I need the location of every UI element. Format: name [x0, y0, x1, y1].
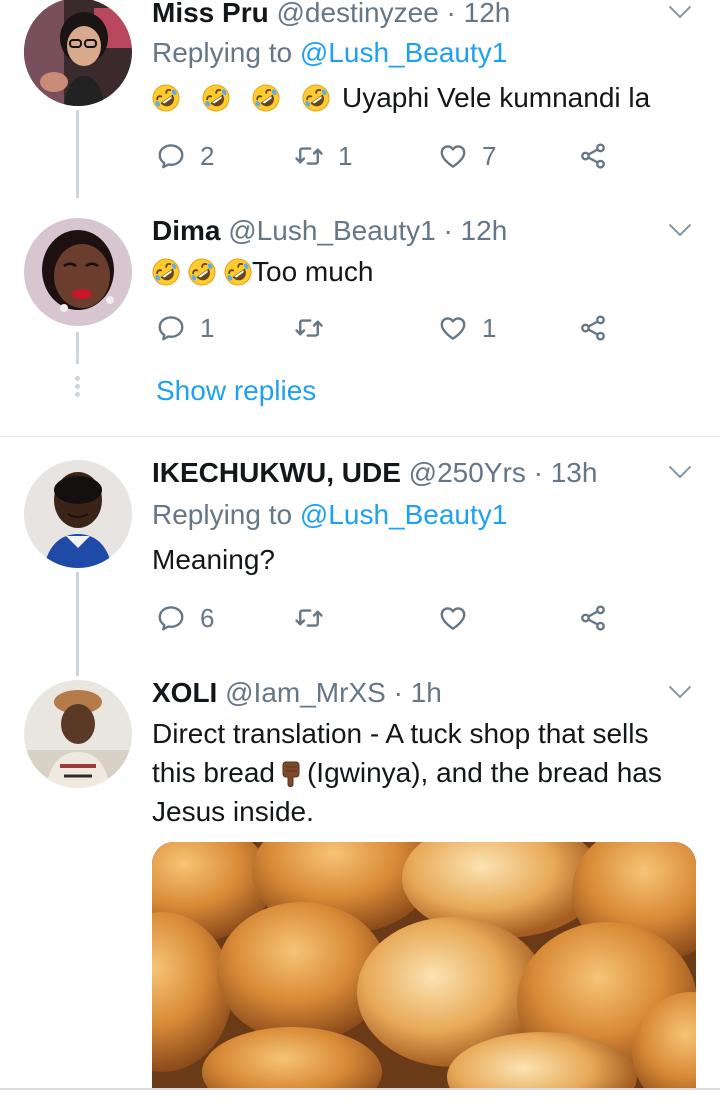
avatar[interactable] [24, 0, 132, 106]
replying-to: Replying to @Lush_Beauty1 [152, 498, 507, 532]
heart-icon [438, 603, 468, 633]
rofl-emoji-icon [224, 258, 252, 286]
handle-time: @Lush_Beauty1 · 12h [228, 215, 508, 246]
rofl-emoji-icon [152, 258, 180, 286]
tweet-text: Direct translation - A tuck shop that se… [152, 714, 702, 831]
reply-icon [156, 141, 186, 171]
chevron-down-icon[interactable] [668, 4, 692, 20]
display-name[interactable]: Dima [152, 215, 220, 246]
tweet-header: Miss Pru @destinyzee · 12h [152, 0, 510, 30]
reply-button[interactable]: 2 [156, 136, 214, 176]
retweet-icon [294, 141, 324, 171]
tweet-body: Too much [252, 256, 374, 287]
thread-dots [74, 376, 81, 400]
replying-to-handle[interactable]: @Lush_Beauty1 [300, 499, 507, 530]
retweet-icon [294, 313, 324, 343]
replying-to-label: Replying to [152, 499, 293, 530]
show-replies-link[interactable]: Show replies [156, 374, 316, 408]
avatar[interactable] [24, 218, 132, 326]
like-count: 1 [482, 312, 497, 343]
tweet-body-fragment: this bread [152, 757, 275, 788]
tweet-header: XOLI @Iam_MrXS · 1h [152, 676, 442, 710]
chevron-down-icon[interactable] [668, 222, 692, 238]
reply-button[interactable]: 6 [156, 598, 214, 638]
thread-line [76, 332, 79, 364]
chevron-down-icon[interactable] [668, 684, 692, 700]
tweet-body-line: Direct translation - A tuck shop that se… [152, 718, 649, 749]
display-name[interactable]: XOLI [152, 677, 217, 708]
tweet-actions: 2 1 7 [152, 136, 632, 176]
retweet-button[interactable] [294, 598, 324, 638]
display-name[interactable]: Miss Pru [152, 0, 269, 28]
tweet-text: Too much [152, 252, 702, 291]
retweet-button[interactable] [294, 308, 324, 348]
reply-count: 2 [200, 140, 215, 171]
tweet-actions: 1 1 [152, 308, 632, 348]
thread-line [76, 572, 79, 676]
pointing-down-emoji-icon [277, 759, 305, 787]
avatar[interactable] [24, 460, 132, 568]
rofl-emoji-icon [252, 84, 280, 112]
tweet-body: Uyaphi Vele kumnandi la [342, 82, 651, 113]
display-name[interactable]: IKECHUKWU, UDE [152, 457, 401, 488]
rofl-emoji-icon [202, 84, 230, 112]
share-icon [578, 141, 608, 171]
reply-count: 1 [200, 312, 215, 343]
rofl-emoji-icon [302, 84, 330, 112]
tweet-body-line: this bread (Igwinya), and the bread has [152, 753, 702, 792]
avatar[interactable] [24, 680, 132, 788]
handle-time: @250Yrs · 13h [408, 457, 598, 488]
tweet-header: IKECHUKWU, UDE @250Yrs · 13h [152, 456, 597, 490]
like-button[interactable] [438, 598, 468, 638]
tweet-image-bread[interactable] [152, 842, 696, 1090]
reply-button[interactable]: 1 [156, 308, 214, 348]
divider [0, 436, 720, 437]
retweet-icon [294, 603, 324, 633]
handle-time: @Iam_MrXS · 1h [225, 677, 442, 708]
bottom-divider [0, 1088, 720, 1090]
share-icon [578, 603, 608, 633]
tweet-header: Dima @Lush_Beauty1 · 12h [152, 214, 507, 248]
tweet-actions: 6 [152, 598, 632, 638]
reply-icon [156, 313, 186, 343]
heart-icon [438, 313, 468, 343]
handle-time: @destinyzee · 12h [276, 0, 511, 28]
retweet-count: 1 [338, 140, 353, 171]
rofl-emoji-icon [188, 258, 216, 286]
share-icon [578, 313, 608, 343]
reply-icon [156, 603, 186, 633]
replying-to-handle[interactable]: @Lush_Beauty1 [300, 37, 507, 68]
thread-line [76, 110, 79, 198]
rofl-emoji-icon [152, 84, 180, 112]
tweet-text: Meaning? [152, 540, 702, 579]
reply-count: 6 [200, 602, 215, 633]
replying-to: Replying to @Lush_Beauty1 [152, 36, 507, 70]
heart-icon [438, 141, 468, 171]
share-button[interactable] [578, 308, 608, 348]
tweet-body-line: Jesus inside. [152, 796, 314, 827]
like-count: 7 [482, 140, 497, 171]
retweet-button[interactable]: 1 [294, 136, 352, 176]
share-button[interactable] [578, 136, 608, 176]
replying-to-label: Replying to [152, 37, 293, 68]
tweet-body-fragment: (Igwinya), and the bread has [306, 757, 662, 788]
share-button[interactable] [578, 598, 608, 638]
tweet-text: Uyaphi Vele kumnandi la [152, 78, 702, 117]
like-button[interactable]: 7 [438, 136, 496, 176]
tweet-body: Meaning? [152, 544, 275, 575]
chevron-down-icon[interactable] [668, 464, 692, 480]
like-button[interactable]: 1 [438, 308, 496, 348]
